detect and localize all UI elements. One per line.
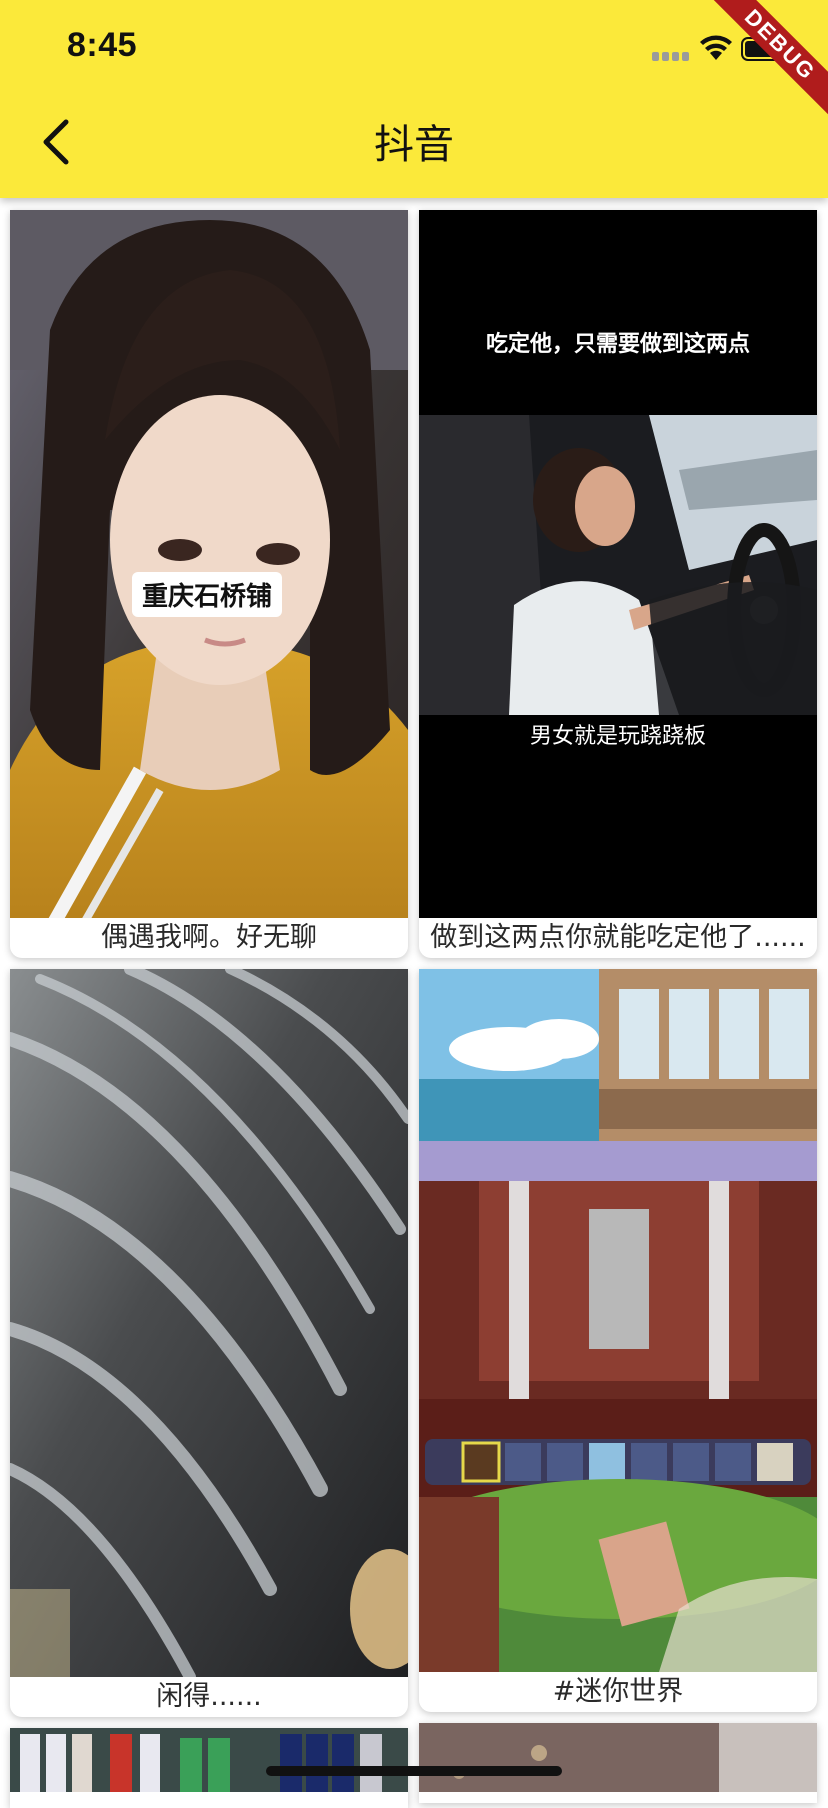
video-subtitle: 男女就是玩跷跷板 <box>529 724 706 749</box>
location-overlay-label: 重庆石桥铺 <box>132 572 283 617</box>
status-time: 8:45 <box>67 26 138 64</box>
wifi-icon <box>700 35 732 60</box>
video-thumbnail <box>10 969 408 1677</box>
video-caption: 做到这两点你就能吃定他了...... <box>430 922 806 953</box>
video-thumbnail <box>419 969 817 1672</box>
video-caption: #迷你世界 <box>552 1676 684 1707</box>
video-grid: 重庆石桥铺 偶遇我啊。好无聊 吃定他，只需要做到这两点 男女就是玩跷跷板 做到这… <box>0 0 828 1808</box>
video-thumbnail: 吃定他，只需要做到这两点 男女就是玩跷跷板 <box>419 210 817 918</box>
video-card[interactable]: #迷你世界 <box>419 969 817 1712</box>
video-caption: 偶遇我啊。好无聊 <box>101 922 317 953</box>
signal-dots-icon <box>652 52 689 61</box>
app-bar: 8:45 抖音 <box>0 0 828 198</box>
video-thumbnail <box>419 1723 817 1792</box>
video-card[interactable]: 重庆石桥铺 偶遇我啊。好无聊 <box>10 210 408 958</box>
home-indicator[interactable] <box>266 1766 562 1776</box>
video-card[interactable]: 吃定他，只需要做到这两点 男女就是玩跷跷板 做到这两点你就能吃定他了...... <box>419 210 817 958</box>
video-thumbnail <box>10 1728 408 1792</box>
video-card[interactable]: 闲得...... <box>10 969 408 1717</box>
video-headline: 吃定他，只需要做到这两点 <box>485 332 750 357</box>
page-title: 抖音 <box>374 122 454 168</box>
video-caption: 闲得...... <box>156 1681 262 1712</box>
video-card[interactable] <box>419 1723 817 1803</box>
video-thumbnail: 重庆石桥铺 <box>10 210 408 918</box>
